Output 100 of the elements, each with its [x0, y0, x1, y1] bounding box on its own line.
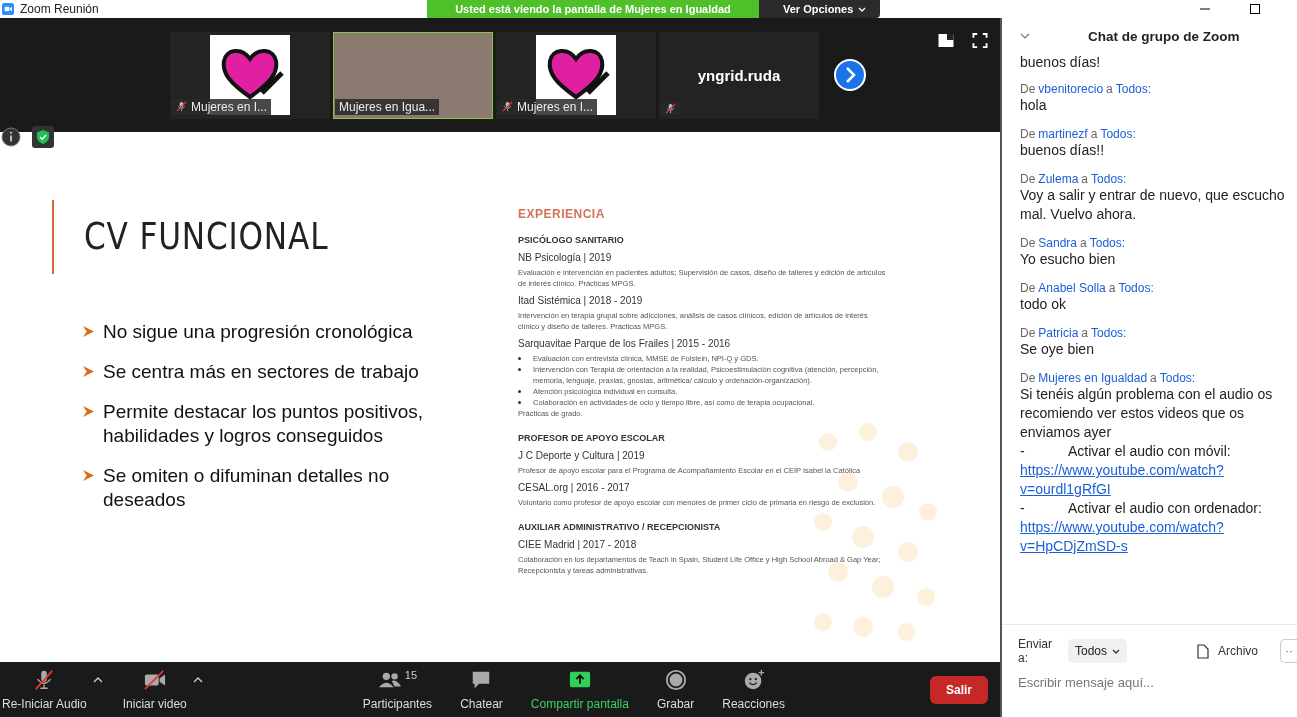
send-to-label: Enviar a: — [1018, 637, 1053, 665]
chat-message-text: - Activar el audio con ordenador: — [1020, 499, 1263, 518]
recipient-dropdown[interactable]: Todos — [1067, 639, 1127, 663]
cv-organization: CESAL.org | 2016 - 2017 — [518, 482, 631, 493]
chat-message-text: buenos días!! — [1020, 141, 1106, 160]
sender-name[interactable]: Anabel Solla — [1038, 281, 1106, 295]
sender-prefix: De — [1020, 127, 1036, 141]
bullet-text: Permite destacar los puntos positivos, habilidades y logros conseguidos — [103, 400, 424, 448]
chat-message-text: hola — [1020, 96, 1048, 115]
arrowhead-bullet-icon — [82, 325, 95, 338]
arrowhead-bullet-icon — [82, 405, 95, 418]
arrowhead-bullet-icon — [82, 365, 95, 378]
sender-prefix: De — [1020, 82, 1036, 96]
video-button[interactable]: Iniciar video — [120, 664, 189, 715]
bullet-text: Se centra más en sectores de trabajo — [103, 360, 419, 384]
cv-section-title: AUXILIAR ADMINISTRATIVO / RECEPCIONISTA — [518, 522, 722, 532]
recipient-joiner: a — [1150, 371, 1157, 385]
arrowhead-bullet-icon — [82, 469, 95, 482]
more-button[interactable]: ·· — [1280, 639, 1297, 663]
recipient-name[interactable]: Todos: — [1089, 236, 1126, 250]
bullet-text: No sigue una progresión cronológica — [103, 320, 413, 344]
sender-prefix: De — [1020, 172, 1036, 186]
options-caret-icon[interactable] — [92, 676, 103, 683]
recipient-name[interactable]: Todos: — [1100, 127, 1136, 141]
slide-title: CV FUNCIONAL — [84, 214, 330, 258]
recipient-name[interactable]: Todos: — [1091, 326, 1127, 340]
cv-organization: Sarquavitae Parque de los Frailes | 2015 - 2016 — [518, 338, 732, 349]
cv-organization: NB Psicología | 2019 — [518, 252, 613, 263]
record-icon — [663, 668, 688, 691]
sender-name[interactable]: martinezf — [1038, 127, 1088, 141]
chat-title: Chat de grupo de Zoom — [1088, 28, 1240, 44]
bullet-dot-icon — [518, 357, 521, 360]
sender-prefix: De — [1020, 281, 1036, 295]
participant-name: yngrid.ruda — [697, 66, 781, 84]
cv-section-title: PSICÓLOGO SANITARIO — [518, 235, 625, 245]
chat-button[interactable]: Chatear — [458, 664, 505, 715]
caret-icon — [858, 6, 867, 12]
recipient-name[interactable]: Todos: — [1115, 82, 1152, 96]
participant-tile[interactable]: yngrid.ruda — [659, 31, 819, 119]
record-button[interactable]: Grabar — [654, 664, 697, 715]
cv-heading: EXPERIENCIA — [518, 207, 606, 221]
chat-message-text: Se oye bien — [1020, 340, 1095, 359]
recipient-name[interactable]: Todos: — [1159, 371, 1196, 385]
camera-icon — [142, 668, 167, 691]
shield-icon[interactable] — [32, 126, 54, 148]
audio-button[interactable]: Re-Iniciar Audio — [0, 664, 89, 715]
collapse-caret-icon[interactable] — [1020, 33, 1030, 39]
file-button[interactable]: Archivo — [1191, 642, 1264, 660]
recipient-joiner: a — [1081, 326, 1089, 340]
layout-icon[interactable] — [938, 33, 954, 48]
participant-name: Mujeres en Igua... — [339, 99, 436, 114]
recipient-joiner: a — [1090, 127, 1098, 141]
window-title: Zoom Reunión — [20, 2, 99, 16]
chat-message-text: todo ok — [1020, 295, 1067, 314]
share-button[interactable]: Compartir pantalla — [528, 664, 631, 715]
fullscreen-icon[interactable] — [972, 33, 988, 48]
participant-name: Mujeres en I... — [517, 99, 594, 114]
cv-organization: Itad Sistémica | 2018 - 2019 — [518, 295, 644, 306]
sender-prefix: De — [1020, 371, 1036, 385]
file-icon — [1197, 643, 1209, 659]
sender-name[interactable]: Sandra — [1038, 236, 1078, 250]
caret-icon — [1112, 648, 1120, 654]
participant-tile[interactable]: Mujeres en I... — [170, 31, 330, 119]
share-banner-text: Usted está viendo la pantalla de Mujeres en Igualdad — [427, 0, 759, 18]
message-link[interactable]: https://www.youtube.com/watch?v=HpCDjZmSD-s — [1020, 518, 1235, 556]
recipient-name[interactable]: Todos: — [1091, 172, 1127, 186]
bullet-dot-icon — [518, 368, 521, 371]
view-options-button[interactable]: Ver Opciones — [759, 0, 881, 18]
participant-name: Mujeres en I... — [191, 99, 268, 114]
sender-name[interactable]: Zulema — [1038, 172, 1079, 186]
chat-message-text: buenos días! — [1020, 54, 1102, 70]
sender-name[interactable]: vbenitorecio — [1038, 82, 1104, 96]
message-link[interactable]: https://www.youtube.com/watch?v=ourdl1gRfGI — [1020, 461, 1235, 499]
bullet-dot-icon — [518, 390, 521, 393]
info-icon[interactable] — [1, 127, 21, 147]
chat-message-text: - Activar el audio con móvil: — [1020, 442, 1232, 461]
chat-message-text: Voy a salir y entrar de nuevo, que escucho mal. Vuelvo ahora. — [1020, 186, 1286, 224]
recipient-joiner: a — [1081, 172, 1089, 186]
recipient-joiner: a — [1108, 281, 1116, 295]
cv-organization: J C Deporte y Cultura | 2019 — [518, 450, 646, 461]
bullet-text: Se omiten o difuminan detalles no deseados — [103, 464, 391, 512]
recipient-joiner: a — [1080, 236, 1087, 250]
recipient-name[interactable]: Todos: — [1118, 281, 1154, 295]
sender-prefix: De — [1020, 326, 1036, 340]
cv-section-title: PROFESOR DE APOYO ESCOLAR — [518, 433, 666, 443]
participant-tile[interactable]: Mujeres en Igua... — [333, 31, 493, 119]
leave-button[interactable]: Salir — [930, 675, 988, 704]
sender-name[interactable]: Mujeres en Igualdad — [1038, 371, 1148, 385]
sender-name[interactable]: Patricia — [1038, 326, 1079, 340]
chat-message-text: Si tenéis algún problema con el audio os recomiendo ver estos videos que os enviamos ayer — [1020, 385, 1274, 442]
recipient-joiner: a — [1106, 82, 1113, 96]
bullet-dot-icon — [518, 401, 521, 404]
options-caret-icon[interactable] — [192, 676, 203, 683]
cv-organization: CIEE Madrid | 2017 - 2018 — [518, 539, 638, 550]
participants-button[interactable]: 15 Participantes — [360, 664, 435, 715]
chat-message-text: Yo esucho bien — [1020, 250, 1117, 269]
participant-tile[interactable]: Mujeres en I... — [496, 31, 656, 119]
sender-prefix: De — [1020, 236, 1036, 250]
reactions-button[interactable]: Reacciones — [720, 664, 787, 715]
maximize-icon[interactable] — [1250, 4, 1260, 14]
